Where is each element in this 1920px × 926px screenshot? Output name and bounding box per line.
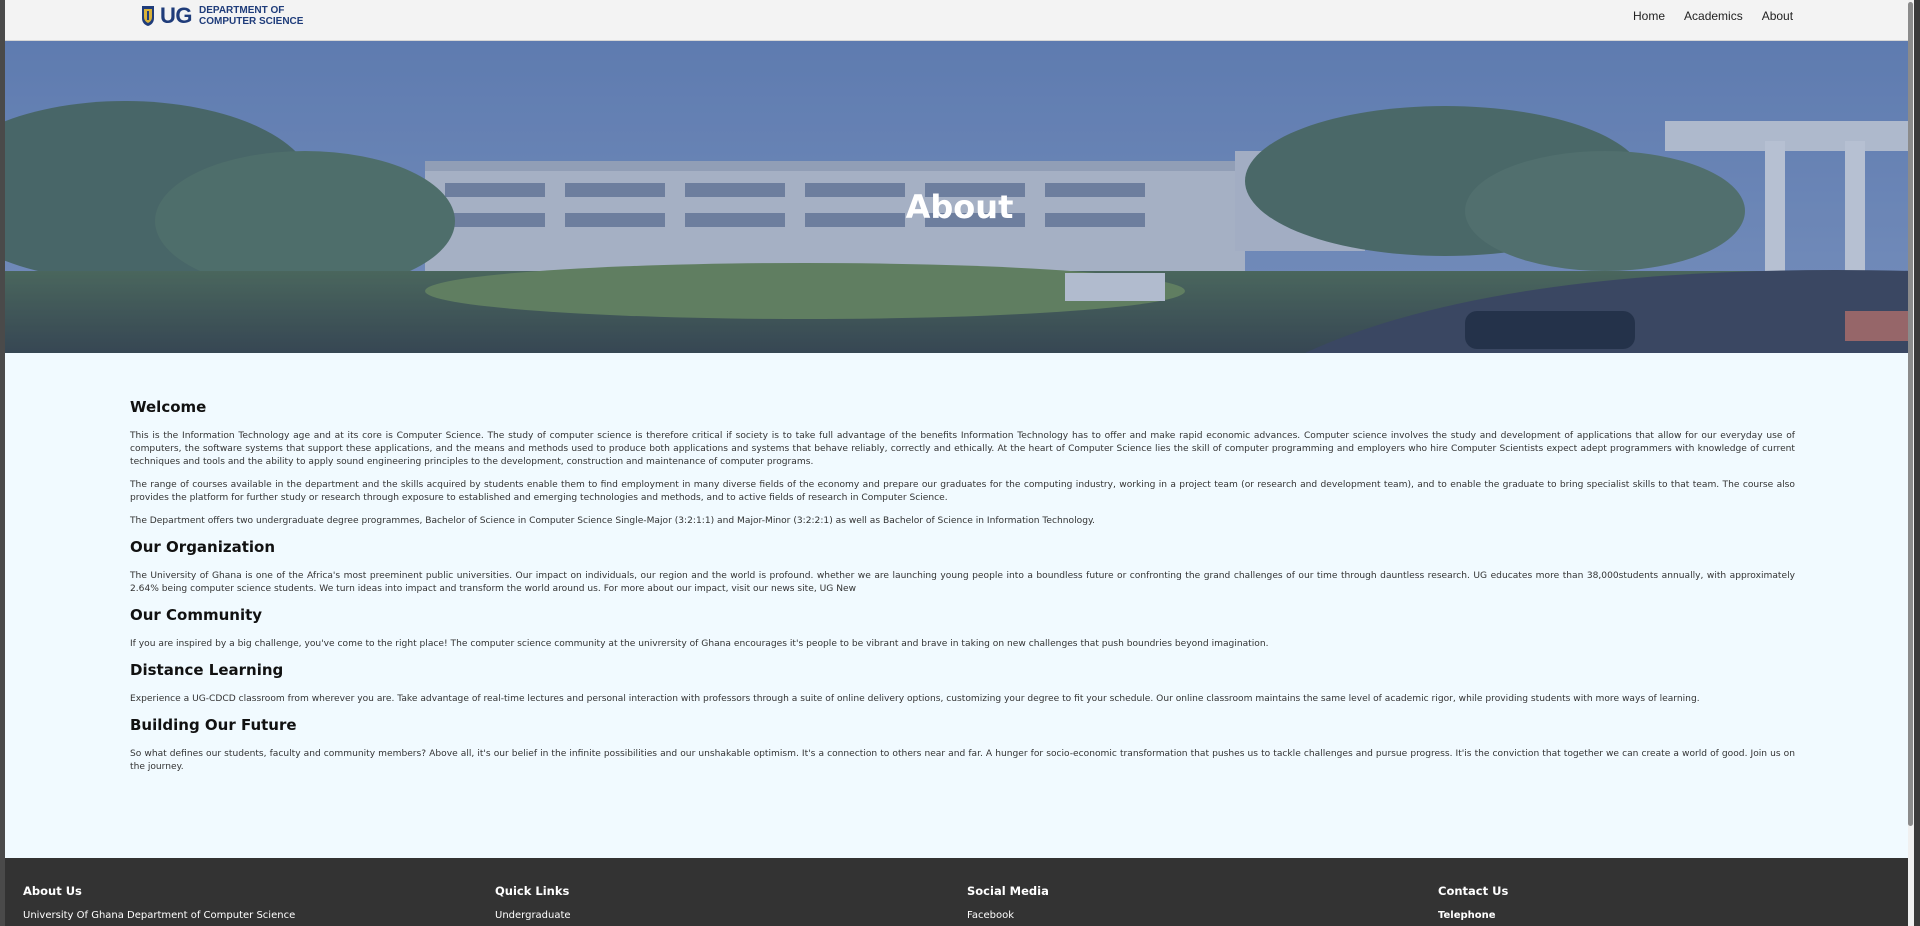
section-heading-building-future: Building Our Future	[130, 716, 297, 734]
footer-about-title: About Us	[23, 884, 82, 898]
section-heading-community: Our Community	[130, 606, 263, 624]
main-nav: Home Academics About	[1633, 9, 1812, 23]
footer-social: Social Media Facebook	[967, 884, 1387, 922]
footer-link-undergraduate[interactable]: Undergraduate	[495, 910, 915, 922]
footer-contact-title: Contact Us	[1438, 884, 1509, 898]
site-footer: About Us University Of Ghana Department …	[5, 858, 1914, 926]
page-title: About	[905, 188, 1014, 226]
nav-link-about[interactable]: About	[1762, 9, 1793, 23]
organization-paragraph: The University of Ghana is one of the Af…	[130, 571, 1795, 594]
logo-department-text: DEPARTMENT OF COMPUTER SCIENCE	[199, 5, 303, 27]
site-logo[interactable]: UG DEPARTMENT OF COMPUTER SCIENCE	[141, 3, 303, 29]
welcome-paragraph-2: The range of courses available in the de…	[130, 480, 1795, 503]
footer-about-text: University Of Ghana Department of Comput…	[23, 910, 296, 921]
welcome-paragraph-3: The Department offers two undergraduate …	[130, 516, 1095, 526]
footer-quick-links: Quick Links Undergraduate	[495, 884, 915, 922]
footer-contact: Contact Us Telephone	[1438, 884, 1858, 922]
footer-contact-telephone-label: Telephone	[1438, 910, 1496, 921]
community-paragraph: If you are inspired by a big challenge, …	[130, 639, 1269, 649]
section-heading-welcome: Welcome	[130, 398, 207, 416]
hero-banner: About	[5, 41, 1914, 353]
distance-learning-paragraph: Experience a UG-CDCD classroom from wher…	[130, 694, 1700, 704]
footer-link-facebook[interactable]: Facebook	[967, 910, 1387, 922]
building-future-paragraph: So what defines our students, faculty an…	[130, 749, 1795, 772]
section-heading-organization: Our Organization	[130, 538, 276, 556]
navbar: UG DEPARTMENT OF COMPUTER SCIENCE Home A…	[5, 0, 1914, 41]
nav-link-home[interactable]: Home	[1633, 9, 1665, 23]
nav-link-academics[interactable]: Academics	[1684, 9, 1743, 23]
welcome-paragraph-1: This is the Information Technology age a…	[130, 431, 1795, 467]
section-heading-distance-learning: Distance Learning	[130, 661, 284, 679]
scrollbar[interactable]	[1908, 0, 1914, 926]
about-content: Welcome This is the Information Technolo…	[130, 398, 1795, 784]
logo-ug-text: UG	[160, 3, 193, 28]
footer-quick-links-title: Quick Links	[495, 884, 570, 898]
logo-dept-line1: DEPARTMENT OF	[199, 5, 285, 16]
logo-dept-line2: COMPUTER SCIENCE	[199, 16, 304, 27]
footer-social-title: Social Media	[967, 884, 1049, 898]
scrollbar-thumb[interactable]	[1908, 2, 1913, 826]
page: UG DEPARTMENT OF COMPUTER SCIENCE Home A…	[5, 0, 1914, 926]
university-crest-icon	[142, 6, 154, 26]
footer-about: About Us University Of Ghana Department …	[23, 884, 443, 922]
